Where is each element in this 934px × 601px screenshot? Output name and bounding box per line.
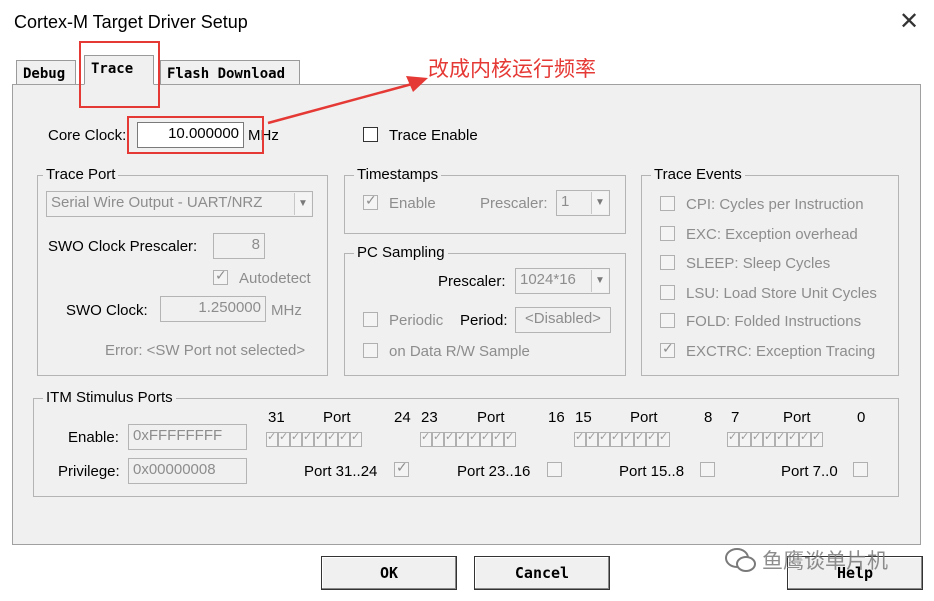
annotation-arrow-icon [267, 76, 428, 125]
